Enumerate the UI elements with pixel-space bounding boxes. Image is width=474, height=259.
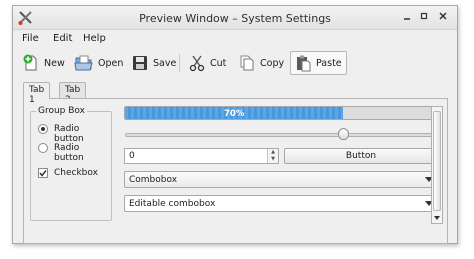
title-bar[interactable]: Preview Window – System Settings — [13, 6, 457, 30]
group-box: Group Box Radio button Radio button Chec… — [30, 106, 112, 221]
menu-help[interactable]: Help — [83, 33, 106, 44]
toolbar-separator — [179, 54, 180, 72]
spin-up-icon[interactable]: ▲ — [268, 149, 278, 156]
checkmark-icon — [39, 170, 47, 177]
toolbar: New Open Save Cut Copy Paste — [13, 48, 457, 78]
scrollbar-thumb[interactable] — [433, 111, 441, 211]
tab-2[interactable]: Tab 2 — [59, 82, 87, 105]
cut-button[interactable]: Cut — [185, 51, 230, 75]
editable-combobox[interactable]: Editable combobox — [124, 195, 438, 212]
new-label: New — [44, 57, 65, 69]
slider-handle[interactable] — [338, 128, 350, 140]
save-label: Save — [153, 57, 177, 69]
radio-button-1-label: Radio button — [54, 124, 84, 144]
radio-button-2[interactable] — [38, 143, 48, 153]
progress-label: 70% — [224, 109, 245, 119]
copy-button[interactable]: Copy — [235, 51, 288, 75]
combobox-value: Combobox — [129, 175, 178, 185]
open-button[interactable]: Open — [71, 51, 127, 75]
spin-down-icon[interactable]: ▼ — [268, 156, 278, 163]
radio-button-2-label: Radio button — [54, 143, 84, 163]
minimize-icon[interactable] — [401, 11, 413, 23]
clipboard-paste-icon — [297, 55, 311, 72]
checkbox-label: Checkbox — [54, 168, 98, 178]
menu-edit[interactable]: Edit — [53, 33, 72, 44]
group-box-title: Group Box — [36, 106, 87, 116]
tab-1[interactable]: Tab 1 — [23, 82, 51, 105]
menu-file[interactable]: File — [22, 33, 39, 44]
scroll-down-icon[interactable] — [434, 216, 440, 220]
editable-combobox-value[interactable]: Editable combobox — [129, 199, 215, 209]
spinbox-value[interactable]: 0 — [129, 151, 135, 161]
radio-button-1[interactable] — [38, 124, 48, 134]
close-icon[interactable] — [437, 11, 449, 23]
slider-track[interactable] — [125, 133, 437, 137]
scissors-icon — [189, 55, 205, 72]
maximize-icon[interactable] — [418, 11, 430, 23]
open-label: Open — [98, 57, 124, 69]
floppy-save-icon — [133, 56, 147, 70]
paste-button[interactable]: Paste — [290, 51, 347, 75]
push-button[interactable]: Button — [284, 148, 438, 164]
menu-bar: File Edit Help — [13, 31, 457, 47]
paste-label: Paste — [316, 57, 342, 69]
vertical-scrollbar[interactable] — [431, 106, 443, 224]
cut-label: Cut — [210, 57, 227, 69]
checkbox[interactable] — [38, 168, 48, 178]
tab-1-pane: Group Box Radio button Radio button Chec… — [23, 98, 448, 244]
copy-icon — [240, 55, 254, 71]
combobox[interactable]: Combobox — [124, 171, 438, 188]
spinbox-arrows[interactable]: ▲ ▼ — [267, 149, 278, 163]
preview-window: Preview Window – System Settings File Ed… — [12, 5, 458, 244]
copy-label: Copy — [260, 57, 285, 69]
new-document-icon — [23, 54, 37, 71]
progress-bar: 70% — [124, 106, 438, 120]
spinbox[interactable]: 0 ▲ ▼ — [124, 148, 279, 164]
save-button[interactable]: Save — [128, 51, 180, 75]
new-button[interactable]: New — [19, 51, 69, 75]
window-title: Preview Window – System Settings — [139, 12, 331, 25]
open-folder-icon — [74, 55, 93, 71]
